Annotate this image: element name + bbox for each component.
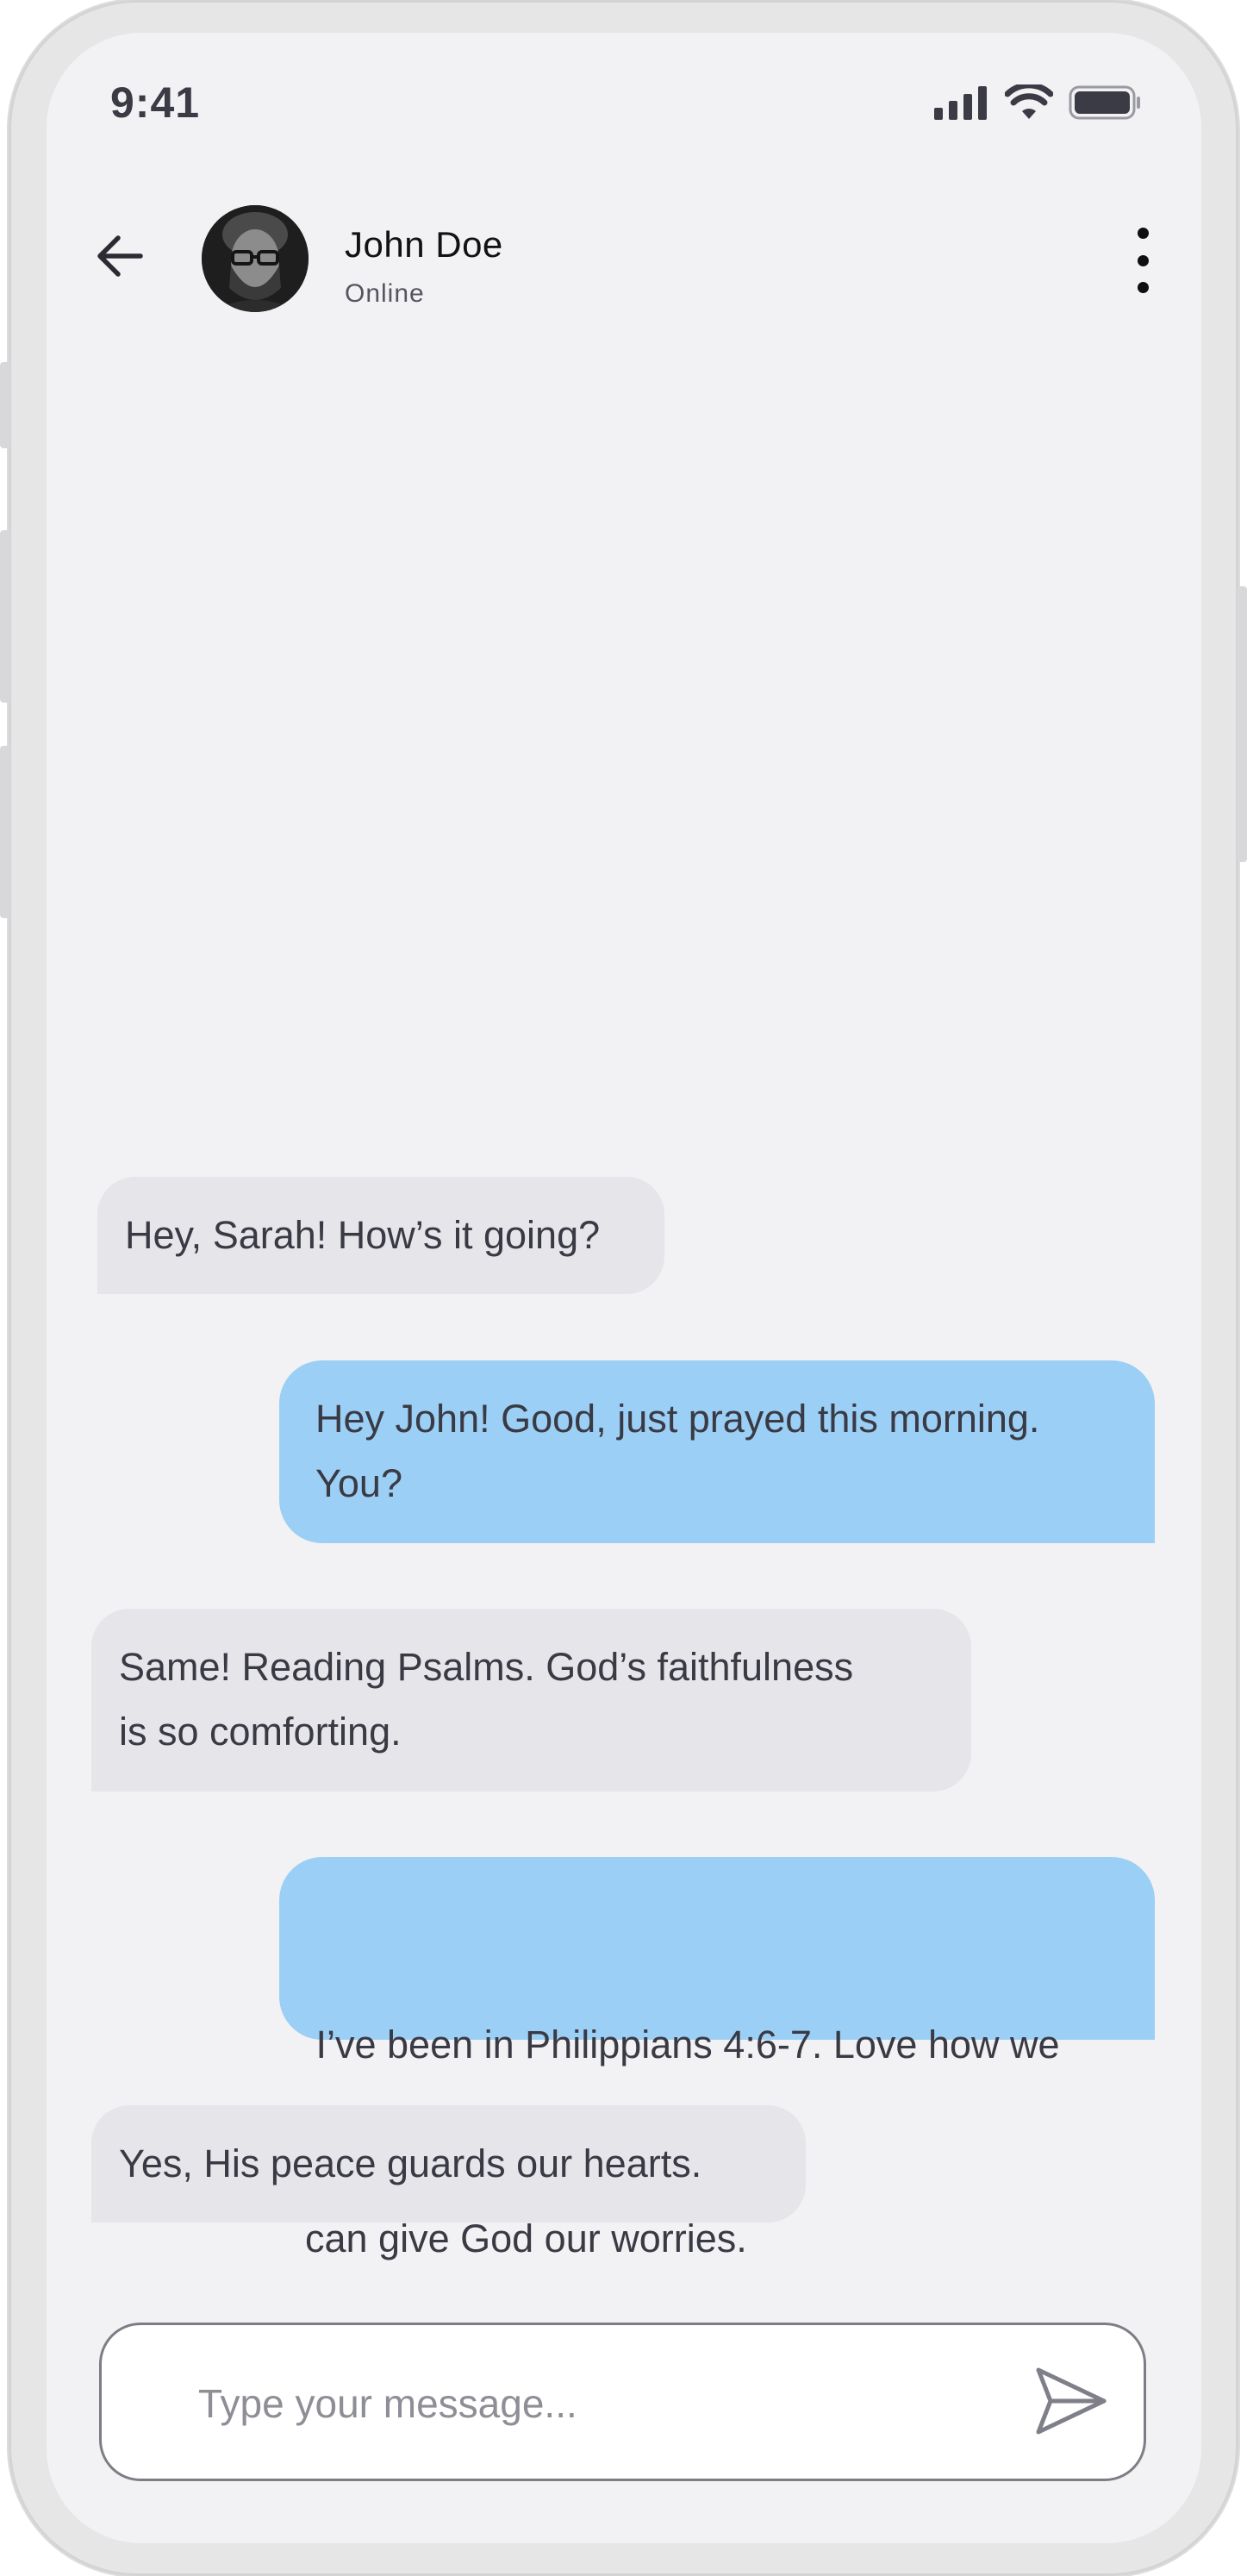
back-button[interactable] <box>90 228 150 288</box>
contact-name: John Doe <box>345 224 503 265</box>
more-vertical-icon-dot-1 <box>1137 228 1149 239</box>
message-text-line: I’ve been in Philippians 4:6-7. Love how… <box>305 2023 1060 2066</box>
avatar[interactable] <box>202 205 309 312</box>
battery-icon <box>1069 85 1141 124</box>
status-time: 9:41 <box>110 78 201 127</box>
message-text-line: Hey John! Good, just prayed this morning… <box>315 1397 1040 1441</box>
volume-down-button <box>0 746 10 918</box>
more-vertical-icon-dot-3 <box>1137 282 1149 293</box>
status-icons <box>934 82 1141 125</box>
message-incoming[interactable]: Yes, His peace guards our hearts. <box>91 2105 806 2223</box>
power-button <box>1237 586 1247 862</box>
message-text: Yes, His peace guards our hearts. <box>119 2141 702 2185</box>
message-text-line: is so comforting. <box>119 1710 402 1754</box>
message-incoming[interactable]: Hey, Sarah! How’s it going? <box>97 1177 664 1294</box>
arrow-left-icon <box>96 234 144 282</box>
message-input[interactable] <box>196 2360 958 2448</box>
more-vertical-icon-dot-2 <box>1137 254 1149 266</box>
message-outgoing[interactable]: I’ve been in Philippians 4:6-7. Love how… <box>279 1857 1155 2260</box>
message-text-line: You? <box>315 1461 402 1505</box>
chat-screen: 9:41 John Doe Online Hey, Sarah! How’s i… <box>47 33 1201 2543</box>
wifi-icon <box>1004 82 1054 125</box>
message-incoming[interactable]: Same! Reading Psalms. God’s faithfulness… <box>91 1609 971 1791</box>
message-composer <box>99 2323 1146 2481</box>
cellular-signal-icon <box>934 85 989 124</box>
chat-header: John Doe Online <box>47 197 1201 326</box>
avatar-image <box>202 205 309 312</box>
message-text: Hey, Sarah! How’s it going? <box>125 1213 601 1257</box>
send-button[interactable] <box>1030 2361 1113 2444</box>
message-text-line: Same! Reading Psalms. God’s faithfulness <box>119 1645 854 1689</box>
message-outgoing[interactable]: Hey John! Good, just prayed this morning… <box>279 1360 1155 1543</box>
contact-status: Online <box>345 279 425 308</box>
send-icon <box>1033 2365 1109 2442</box>
mute-switch <box>0 362 10 448</box>
more-options-button[interactable] <box>1119 228 1167 293</box>
volume-up-button <box>0 530 10 703</box>
